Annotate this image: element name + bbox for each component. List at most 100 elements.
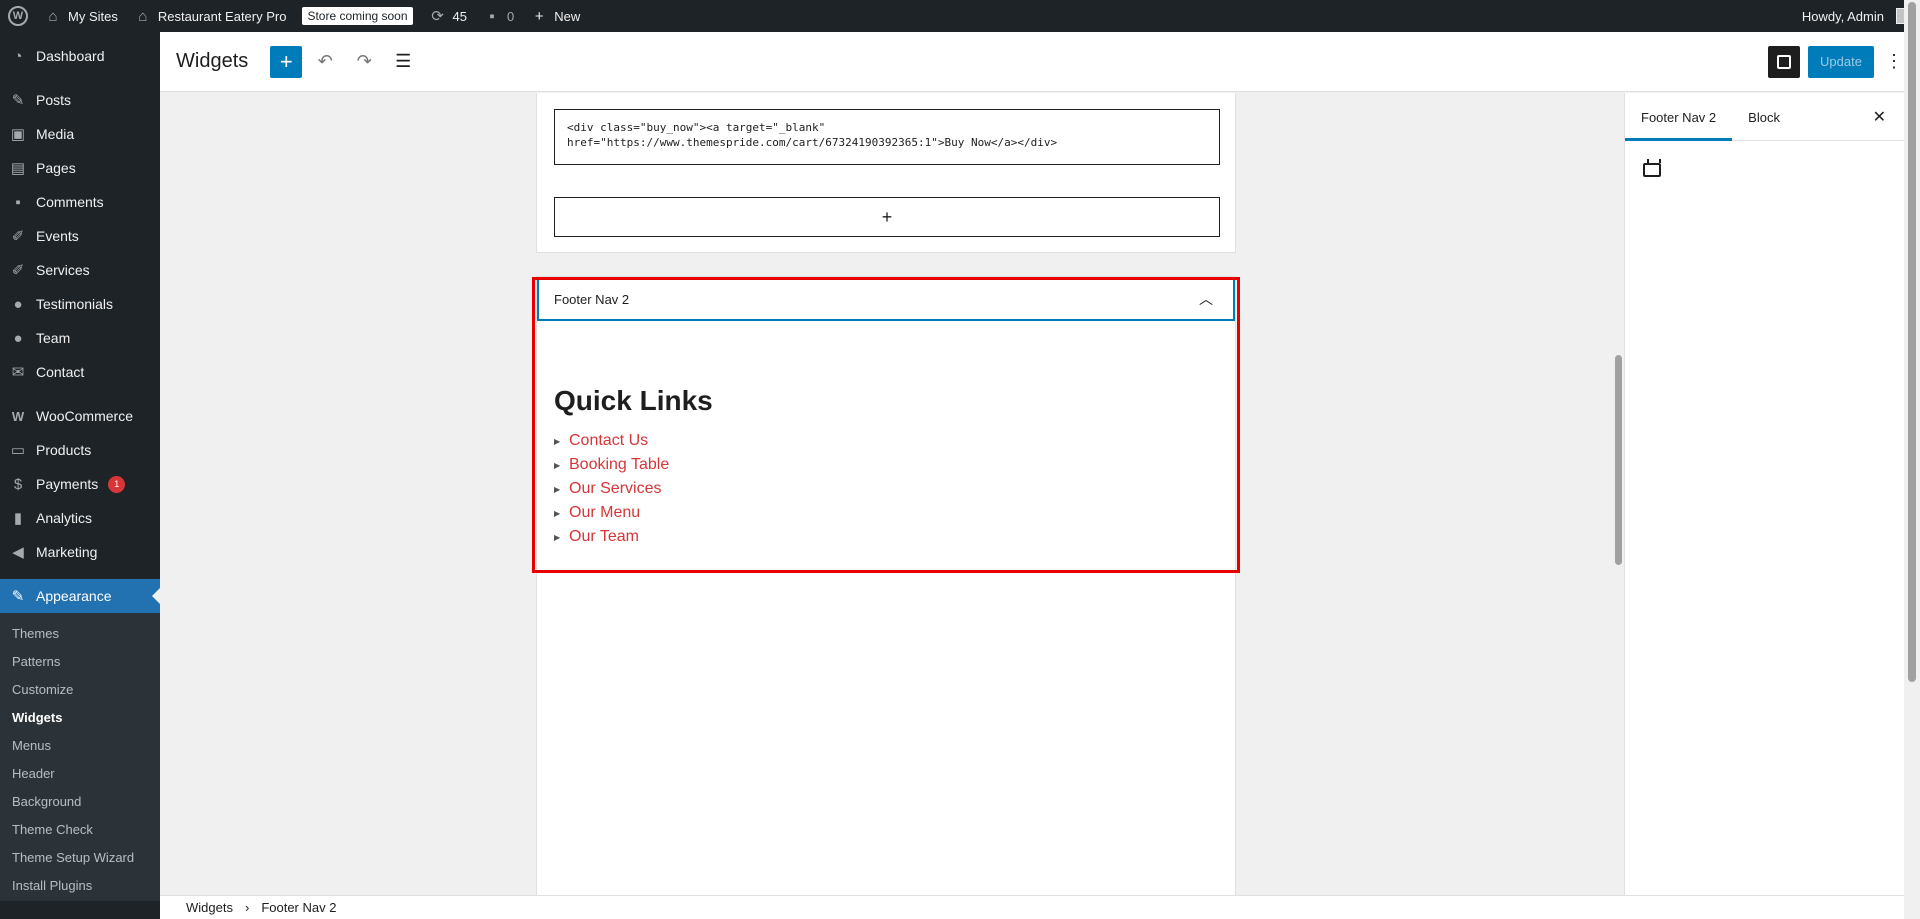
sidebar-item-payments[interactable]: $ Payments 1 xyxy=(0,467,160,501)
list-view-icon: ☰ xyxy=(395,51,412,71)
site-name-label: Restaurant Eatery Pro xyxy=(157,8,287,24)
paintbrush-icon: ✎ xyxy=(11,588,25,605)
scrollbar-thumb[interactable] xyxy=(1615,355,1622,565)
archive-icon: ▭ xyxy=(10,442,26,459)
comment-icon: ▪ xyxy=(15,193,21,211)
list-item: ▶ Our Services xyxy=(554,477,669,501)
sidebar-item-label: WooCommerce xyxy=(36,408,133,424)
editor-header: Widgets + ↶ ↷ ☰ Update ⋮ xyxy=(160,32,1920,92)
quick-links-list: ▶ Contact Us ▶ Booking Table ▶ Our Services… xyxy=(554,429,669,549)
settings-toggle-button[interactable] xyxy=(1768,45,1800,78)
submenu-header[interactable]: Header xyxy=(0,759,160,787)
bullet-icon: ▶ xyxy=(554,484,561,494)
updates-count: 45 xyxy=(452,8,467,24)
dashboard-icon: ◔ xyxy=(13,47,23,65)
sidebar-item-analytics[interactable]: ▮ Analytics xyxy=(0,501,160,535)
update-button[interactable]: Update xyxy=(1808,45,1874,78)
chevron-up-icon[interactable]: ︿ xyxy=(1199,289,1213,309)
sidebar-item-label: Pages xyxy=(36,160,76,176)
updates-menu[interactable]: ⟳ 45 xyxy=(421,0,475,32)
submenu-menus[interactable]: Menus xyxy=(0,731,160,759)
mail-icon: ✉ xyxy=(11,364,25,381)
quick-links-heading[interactable]: Quick Links xyxy=(554,385,713,417)
redo-icon: ↷ xyxy=(356,51,372,71)
quick-link[interactable]: Our Menu xyxy=(569,504,640,522)
submenu-theme-setup-wizard[interactable]: Theme Setup Wizard xyxy=(0,843,160,871)
sidebar-item-appearance[interactable]: ✎ Appearance xyxy=(0,579,160,613)
sidebar-item-dashboard[interactable]: ◔ Dashboard xyxy=(0,39,160,73)
submenu-theme-check[interactable]: Theme Check xyxy=(0,815,160,843)
submenu-themes[interactable]: Themes xyxy=(0,619,160,647)
previous-widget-area: <div class="buy_now"><a target="_blank" … xyxy=(536,93,1236,253)
sidebar-item-comments[interactable]: ▪ Comments xyxy=(0,185,160,219)
page-scrollbar[interactable] xyxy=(1904,0,1920,919)
sidebar-item-label: Posts xyxy=(36,92,72,108)
sidebar-item-services[interactable]: ✐ Services xyxy=(0,253,160,287)
canvas-scrollbar[interactable] xyxy=(1612,93,1624,895)
bullet-icon: ▶ xyxy=(554,436,561,446)
sidebar-item-label: Payments xyxy=(36,476,99,492)
submenu-widgets[interactable]: Widgets xyxy=(0,703,160,731)
widget-area-header[interactable]: Footer Nav 2 ︿ xyxy=(537,277,1235,321)
account-menu[interactable]: Howdy, Admin xyxy=(1794,0,1920,32)
sidebar-item-posts[interactable]: ✎ Posts xyxy=(0,83,160,117)
sidebar-item-contact[interactable]: ✉ Contact xyxy=(0,355,160,389)
plus-icon: + xyxy=(881,206,893,227)
wordpress-icon: W xyxy=(8,6,28,26)
user-icon: ● xyxy=(13,295,23,313)
add-block-button[interactable]: + xyxy=(270,45,303,78)
sidebar-item-products[interactable]: ▭ Products xyxy=(0,433,160,467)
sidebar-item-woocommerce[interactable]: W WooCommerce xyxy=(0,399,160,433)
list-view-button[interactable]: ☰ xyxy=(387,46,419,78)
more-options-icon[interactable]: ⋮ xyxy=(1884,51,1904,72)
woo-icon: W xyxy=(11,408,25,424)
howdy-label: Howdy, Admin xyxy=(1801,8,1884,24)
sidebar-item-label: Products xyxy=(36,442,92,458)
my-sites-label: My Sites xyxy=(68,8,118,24)
block-appender-button[interactable]: + xyxy=(554,197,1220,237)
payments-badge: 1 xyxy=(108,475,126,493)
sidebar-item-label: Appearance xyxy=(36,588,112,604)
sidebar-icon xyxy=(1777,54,1791,69)
sidebar-item-label: Services xyxy=(36,262,90,278)
quick-link[interactable]: Booking Table xyxy=(569,456,669,474)
submenu-customize[interactable]: Customize xyxy=(0,675,160,703)
breadcrumb-item[interactable]: Footer Nav 2 xyxy=(261,900,336,915)
sidebar-item-team[interactable]: ● Team xyxy=(0,321,160,355)
submenu-patterns[interactable]: Patterns xyxy=(0,647,160,675)
sidebar-item-label: Comments xyxy=(36,194,104,210)
close-icon[interactable]: ✕ xyxy=(1873,107,1886,127)
list-item: ▶ Contact Us xyxy=(554,429,669,453)
sidebar-item-label: Testimonials xyxy=(36,296,114,312)
new-content-menu[interactable]: + New xyxy=(522,0,588,32)
comments-menu[interactable]: ▪ 0 xyxy=(475,0,522,32)
store-status[interactable]: Store coming soon xyxy=(294,0,420,32)
sidebar-item-testimonials[interactable]: ● Testimonials xyxy=(0,287,160,321)
megaphone-icon: ◀ xyxy=(12,544,24,561)
list-item: ▶ Booking Table xyxy=(554,453,669,477)
sidebar-item-label: Dashboard xyxy=(36,48,105,64)
undo-button[interactable]: ↶ xyxy=(309,46,341,78)
quick-link[interactable]: Our Services xyxy=(569,480,661,498)
breadcrumb-item[interactable]: Widgets xyxy=(186,900,233,915)
scrollbar-thumb[interactable] xyxy=(1908,2,1916,682)
tab-footer-nav-2[interactable]: Footer Nav 2 xyxy=(1625,93,1732,141)
tab-block[interactable]: Block xyxy=(1732,93,1796,141)
sites-icon: ⌂ xyxy=(48,7,58,25)
sidebar-item-events[interactable]: ✐ Events xyxy=(0,219,160,253)
home-icon: ⌂ xyxy=(138,7,148,25)
custom-html-block[interactable]: <div class="buy_now"><a target="_blank" … xyxy=(554,109,1220,165)
quick-link[interactable]: Contact Us xyxy=(569,432,648,450)
wordpress-logo[interactable]: W xyxy=(0,0,36,32)
quick-link[interactable]: Our Team xyxy=(569,528,639,546)
site-name-menu[interactable]: ⌂ Restaurant Eatery Pro xyxy=(126,0,295,32)
my-sites-menu[interactable]: ⌂ My Sites xyxy=(36,0,126,32)
sidebar-item-marketing[interactable]: ◀ Marketing xyxy=(0,535,160,569)
submenu-background[interactable]: Background xyxy=(0,787,160,815)
sidebar-item-media[interactable]: ▣ Media xyxy=(0,117,160,151)
redo-button[interactable]: ↷ xyxy=(348,46,380,78)
sidebar-item-label: Team xyxy=(36,330,71,346)
brush-icon: ✐ xyxy=(11,262,25,279)
submenu-install-plugins[interactable]: Install Plugins xyxy=(0,871,160,899)
sidebar-item-pages[interactable]: ▤ Pages xyxy=(0,151,160,185)
